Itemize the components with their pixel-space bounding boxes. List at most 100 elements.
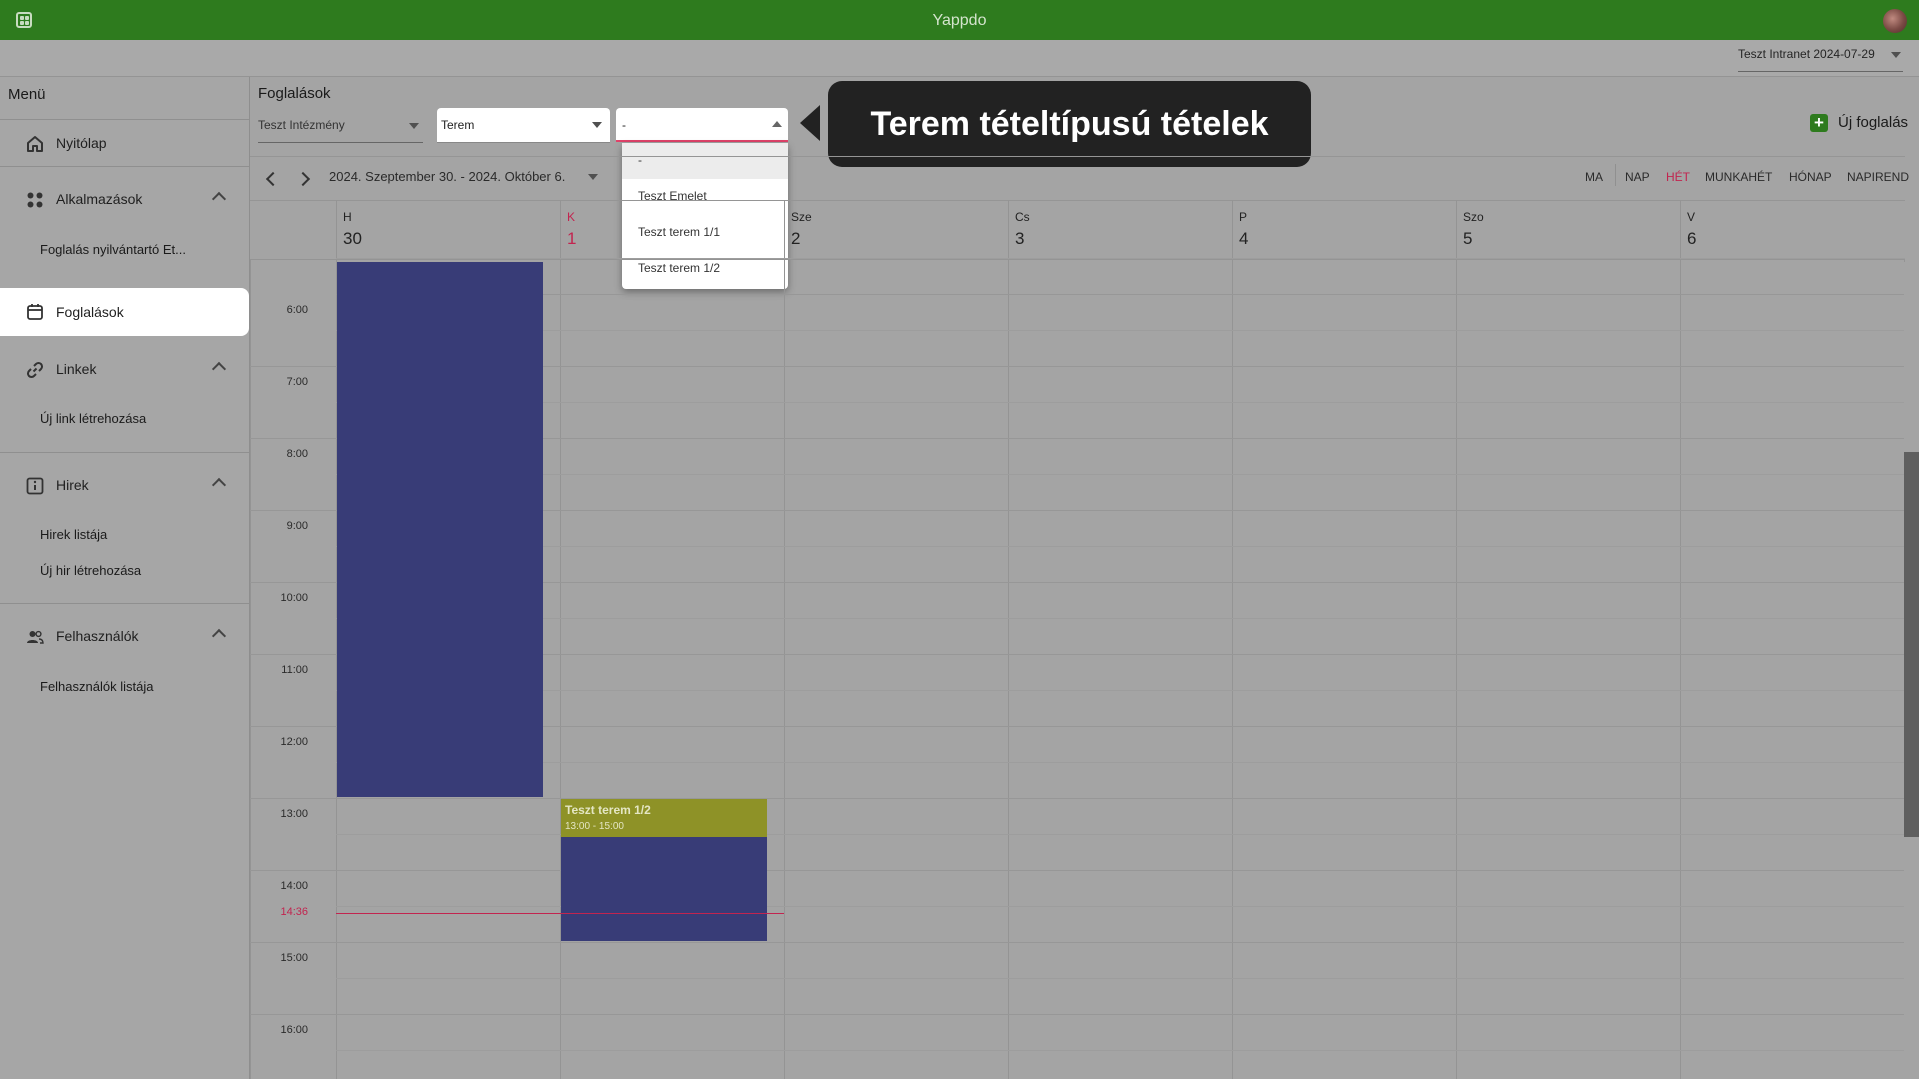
booking-event[interactable] — [561, 837, 767, 941]
item-type-select[interactable]: Terem — [437, 108, 610, 143]
divider — [0, 603, 249, 604]
view-today-button[interactable]: MA — [1585, 170, 1603, 184]
day-number: 5 — [1463, 229, 1473, 248]
link-icon — [26, 361, 44, 379]
sidebar-title: Menü — [8, 86, 46, 103]
day-number: 6 — [1687, 229, 1697, 248]
grid-line — [250, 870, 1905, 871]
view-day-button[interactable]: NAP — [1625, 170, 1650, 184]
chevron-right-icon[interactable] — [295, 171, 311, 187]
day-header[interactable]: P4 — [1232, 200, 1457, 260]
grid-line — [336, 1050, 1905, 1051]
view-month-button[interactable]: HÓNAP — [1789, 170, 1832, 184]
scrollbar-thumb[interactable] — [1904, 452, 1919, 837]
tooltip-arrow — [800, 105, 820, 141]
sidebar-item-label: Felhasználók — [56, 628, 139, 644]
day-header[interactable]: K1 — [560, 200, 785, 260]
date-range-label: 2024. Szeptember 30. - 2024. Október 6. — [329, 169, 566, 184]
day-name: Sze — [791, 210, 812, 224]
chevron-up-icon[interactable] — [211, 191, 227, 207]
sidebar-item-apps[interactable]: Alkalmazások — [0, 180, 249, 218]
divider — [0, 166, 249, 167]
grid-line — [250, 942, 1905, 943]
day-number: 4 — [1239, 229, 1249, 248]
sidebar-subitem-new-link[interactable]: Új link létrehozása — [40, 411, 146, 426]
column-line — [1008, 260, 1009, 1079]
sidebar-item-label: Hirek — [56, 477, 89, 493]
date-range-select[interactable]: 2024. Szeptember 30. - 2024. Október 6. — [329, 169, 565, 184]
item-select[interactable]: - — [616, 108, 788, 142]
chevron-down-icon — [409, 123, 419, 129]
sidebar-item-links[interactable]: Linkek — [0, 350, 249, 388]
apps-icon — [27, 192, 43, 208]
time-label: 7:00 — [286, 376, 308, 388]
new-booking-label: Új foglalás — [1838, 114, 1909, 131]
day-header[interactable]: H 30 — [336, 200, 561, 260]
day-name: Szo — [1463, 210, 1484, 224]
divider — [1615, 164, 1616, 186]
tooltip-text: Terem tételtípusú tételek — [870, 105, 1269, 143]
column-line — [784, 260, 785, 1079]
grid-line — [336, 978, 1905, 979]
home-icon — [27, 136, 43, 152]
sidebar-item-bookings[interactable]: Foglalások — [0, 288, 249, 336]
day-name: H — [343, 210, 352, 224]
grid-line — [336, 618, 1905, 619]
sidebar-subitem-new-news[interactable]: Új hir létrehozása — [40, 563, 141, 578]
sidebar-item-label: Linkek — [56, 361, 97, 377]
sidebar-subitem-booking-app[interactable]: Foglalás nyilvántartó Et... — [40, 242, 186, 257]
chevron-left-icon[interactable] — [265, 171, 281, 187]
sidebar-subitem-users-list[interactable]: Felhasználók listája — [40, 679, 153, 694]
booking-event[interactable] — [337, 262, 543, 797]
sidebar-item-label: Alkalmazások — [56, 191, 143, 207]
users-icon — [27, 630, 44, 644]
day-header[interactable]: Szo 5 — [1456, 200, 1681, 260]
view-week-button[interactable]: HÉT — [1666, 170, 1690, 184]
grid-line — [250, 798, 1905, 799]
day-header[interactable]: Sze 2 — [784, 200, 1009, 260]
sidebar-item-label: Nyitólap — [56, 135, 107, 151]
time-label: 13:00 — [280, 808, 308, 820]
chevron-up-icon[interactable] — [211, 361, 227, 377]
app-title: Yappdo — [932, 12, 987, 29]
chevron-up-icon[interactable] — [211, 628, 227, 644]
sidebar-item-home[interactable]: Nyitólap — [0, 124, 249, 162]
intranet-select[interactable]: Teszt Intranet 2024-07-29 — [1738, 47, 1903, 72]
calendar-icon — [27, 304, 43, 320]
institution-select[interactable]: Teszt Intézmény — [258, 114, 423, 143]
booking-event-highlighted[interactable]: Teszt terem 1/2 13:00 - 15:00 — [561, 799, 767, 837]
day-header[interactable]: Cs 3 — [1008, 200, 1233, 260]
day-name: Cs — [1015, 210, 1030, 224]
grid-line — [336, 330, 1905, 331]
grid-line — [336, 402, 1905, 403]
item-type-value: Terem — [441, 118, 475, 132]
user-avatar[interactable] — [1883, 9, 1907, 33]
time-label: 11:00 — [281, 664, 308, 676]
day-name: V — [1687, 210, 1696, 224]
intranet-bar — [0, 40, 1919, 77]
day-number: 1 — [567, 229, 577, 248]
column-line — [1456, 260, 1457, 1079]
time-label: 15:00 — [280, 952, 308, 964]
page-title: Foglalások — [258, 85, 331, 102]
grid-line — [336, 294, 1905, 295]
sidebar-item-users[interactable]: Felhasználók — [0, 617, 249, 655]
day-name: P — [1239, 210, 1248, 224]
time-label: 8:00 — [286, 448, 308, 460]
sidebar-item-news[interactable]: Hirek — [0, 466, 249, 504]
sidebar-subitem-news-list[interactable]: Hirek listája — [40, 527, 107, 542]
grid-line — [336, 474, 1905, 475]
day-header[interactable]: V6 — [1680, 200, 1905, 260]
chevron-down-icon[interactable] — [588, 174, 598, 180]
grid-line — [336, 258, 1905, 259]
chevron-up-icon — [772, 121, 782, 127]
chevron-up-icon[interactable] — [211, 477, 227, 493]
grid-line — [250, 1014, 1905, 1015]
grid-line — [336, 546, 1905, 547]
institution-value: Teszt Intézmény — [258, 118, 345, 132]
view-workweek-button[interactable]: MUNKAHÉT — [1705, 170, 1772, 184]
view-agenda-button[interactable]: NAPIREND — [1847, 170, 1909, 184]
time-label: 14:00 — [280, 880, 308, 892]
column-line — [1232, 260, 1233, 1079]
plus-icon: + — [1810, 114, 1828, 132]
